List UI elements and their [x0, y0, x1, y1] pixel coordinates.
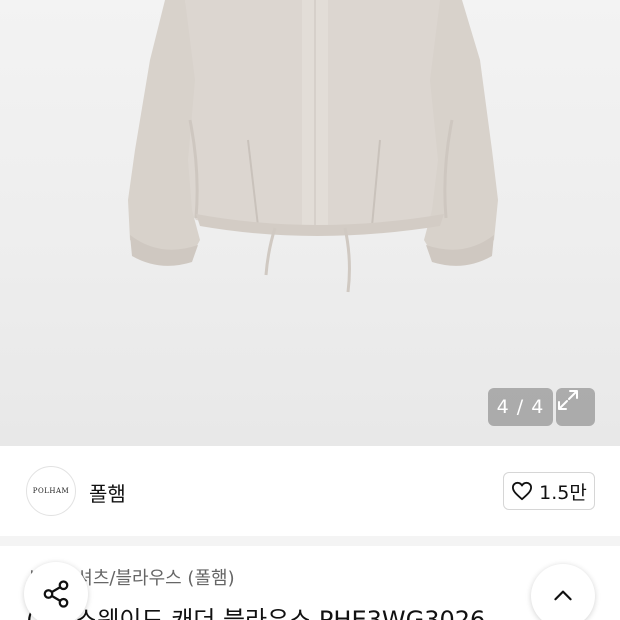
scroll-to-top-button[interactable]	[531, 564, 595, 620]
brand-name[interactable]: 폴햄	[89, 478, 126, 507]
chevron-up-icon	[554, 590, 572, 601]
share-icon	[43, 580, 69, 608]
share-button[interactable]	[24, 562, 88, 620]
expand-icon	[558, 390, 578, 410]
brand-logo[interactable]: POLHAM	[26, 466, 76, 516]
jacket-illustration	[128, 0, 498, 293]
brand-row: POLHAM 폴햄 1.5만	[0, 446, 620, 536]
product-image[interactable]: 4 / 4	[0, 0, 620, 446]
brand-logo-text: POLHAM	[32, 487, 70, 495]
brand-like-button[interactable]: 1.5만	[503, 472, 595, 510]
section-divider	[0, 536, 620, 546]
like-count: 1.5만	[539, 481, 587, 504]
expand-image-button[interactable]	[556, 388, 595, 426]
heart-icon	[512, 481, 533, 501]
image-page-counter: 4 / 4	[488, 388, 553, 426]
